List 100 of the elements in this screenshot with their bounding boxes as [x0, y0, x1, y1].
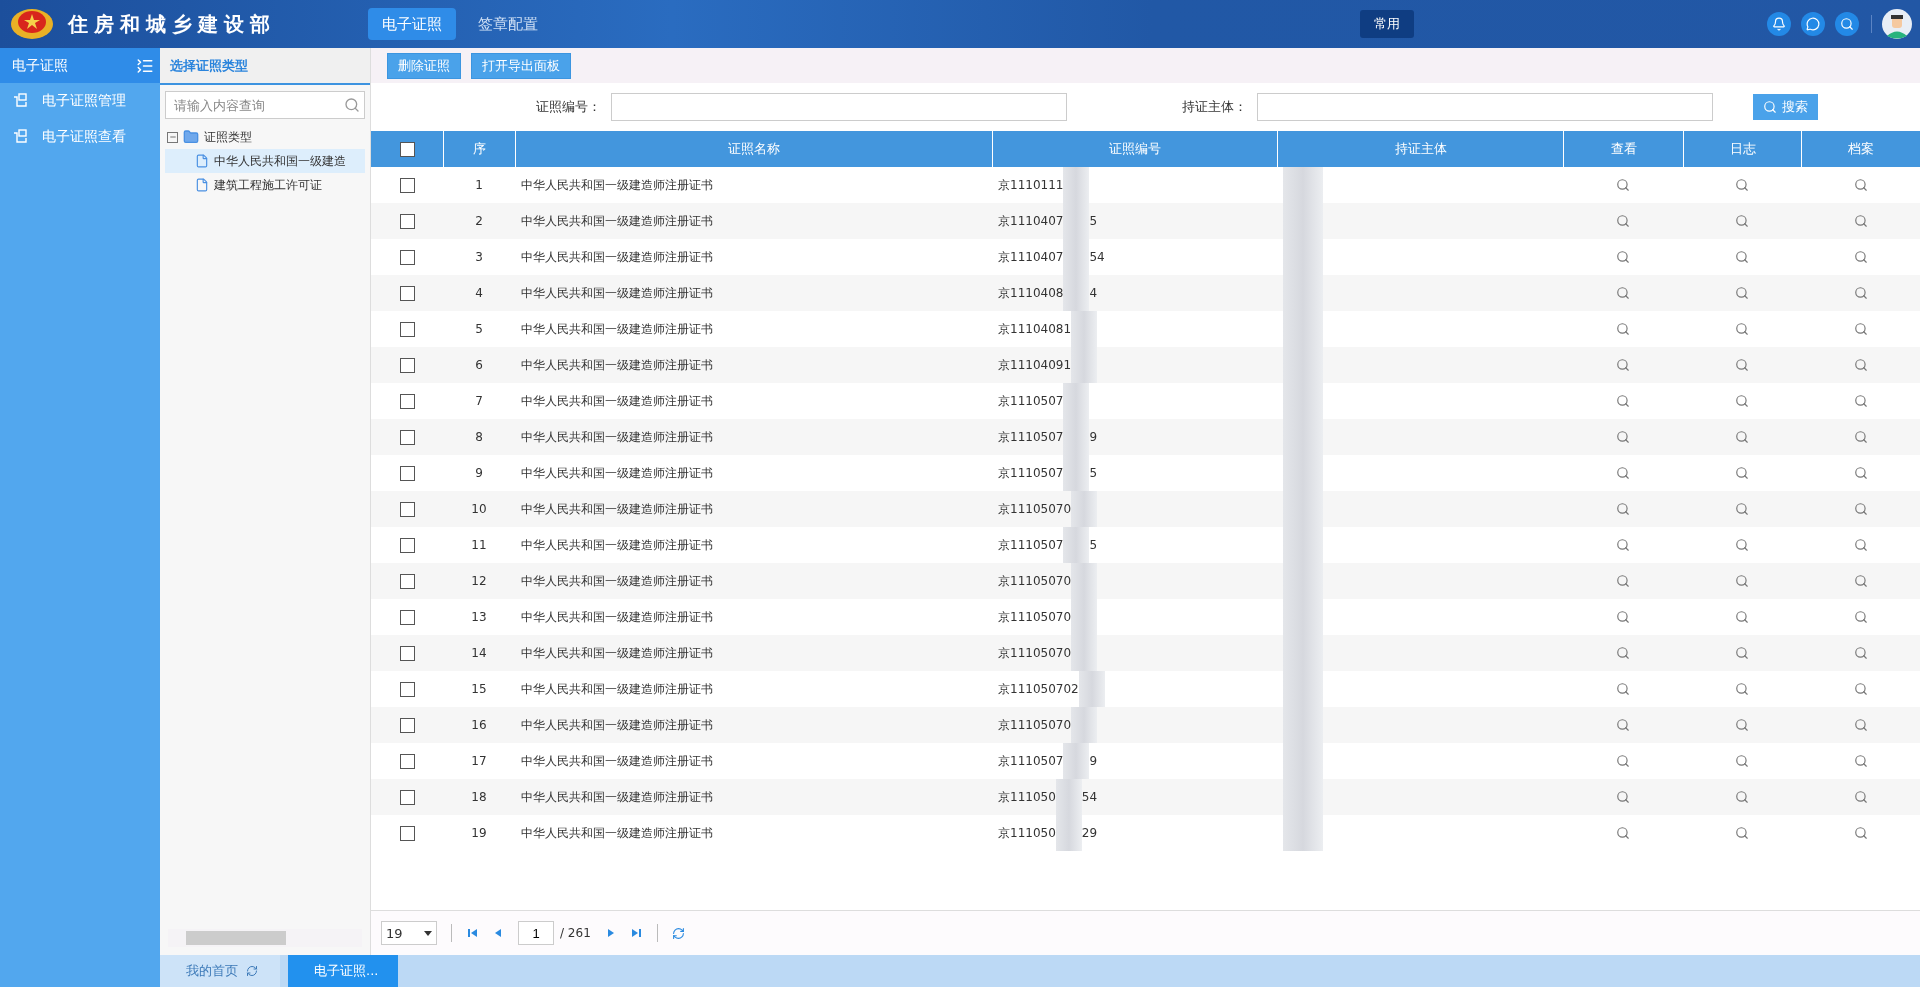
chat-icon[interactable] [1801, 12, 1825, 36]
checkbox[interactable] [399, 213, 415, 229]
search-button[interactable]: 搜索 [1753, 94, 1818, 120]
search-icon[interactable] [1616, 394, 1630, 408]
first-page-icon[interactable] [466, 927, 478, 939]
last-page-icon[interactable] [630, 927, 643, 939]
search-icon[interactable] [1616, 358, 1630, 372]
search-icon[interactable] [1616, 718, 1630, 732]
search-icon[interactable] [1616, 826, 1630, 840]
search-icon[interactable] [1853, 358, 1868, 372]
search-icon[interactable] [1853, 178, 1868, 192]
checkbox[interactable] [399, 177, 415, 193]
checkbox[interactable] [399, 465, 415, 481]
search-icon[interactable] [1735, 178, 1749, 192]
search-icon[interactable] [1616, 286, 1630, 300]
checkbox[interactable] [399, 321, 415, 337]
checkbox[interactable] [399, 501, 415, 517]
search-icon[interactable] [1616, 538, 1630, 552]
search-field[interactable]: 请输入内容查询 [165, 91, 365, 119]
search-icon[interactable] [1735, 286, 1749, 300]
search-icon[interactable] [1853, 790, 1868, 804]
search-icon[interactable] [1853, 394, 1868, 408]
input-field[interactable] [1257, 93, 1713, 121]
page-size-select[interactable]: 19 [381, 921, 437, 945]
search-icon[interactable] [1616, 214, 1630, 228]
search-icon[interactable] [1853, 538, 1868, 552]
input-field[interactable] [611, 93, 1067, 121]
search-icon[interactable] [1616, 466, 1630, 480]
search-icon[interactable] [1735, 718, 1749, 732]
checkbox[interactable] [399, 717, 415, 733]
search-icon[interactable] [1853, 610, 1868, 624]
search-icon[interactable] [1735, 322, 1749, 336]
menu-icon[interactable] [136, 56, 154, 75]
refresh-icon[interactable] [246, 965, 258, 977]
search-icon[interactable] [1735, 538, 1749, 552]
search-icon[interactable] [1853, 286, 1868, 300]
search-icon[interactable] [1616, 790, 1630, 804]
sidebar-item[interactable]: 电子证照查看 [0, 119, 160, 155]
checkbox[interactable] [399, 285, 415, 301]
search-icon[interactable] [1735, 790, 1749, 804]
search-icon[interactable] [1735, 574, 1749, 588]
checkbox[interactable] [399, 645, 415, 661]
checkbox[interactable] [399, 429, 415, 445]
toolbar-button[interactable]: 删除证照 [387, 52, 461, 79]
search-icon[interactable] [1616, 646, 1630, 660]
search-icon[interactable] [1616, 178, 1630, 192]
search-icon[interactable] [1853, 502, 1868, 516]
search-icon[interactable] [1853, 214, 1868, 228]
search-icon[interactable] [1853, 250, 1868, 264]
search-icon[interactable] [1853, 430, 1868, 444]
page-input[interactable]: 1 [518, 921, 554, 945]
tree-node[interactable]: 建筑工程施工许可证 [165, 173, 365, 197]
tree-node[interactable]: 中华人民共和国一级建造 [165, 149, 365, 173]
sidebar-item[interactable]: 电子证照管理 [0, 83, 160, 119]
checkbox[interactable] [399, 249, 415, 265]
refresh-icon[interactable] [671, 926, 685, 940]
search-icon[interactable] [1735, 646, 1749, 660]
search-icon[interactable] [1853, 646, 1868, 660]
search-icon[interactable] [1735, 754, 1749, 768]
checkbox[interactable] [399, 357, 415, 373]
nav-tab[interactable]: 签章配置 [464, 8, 552, 40]
search-icon[interactable] [1616, 250, 1630, 264]
search-icon[interactable] [1616, 502, 1630, 516]
checkbox[interactable] [399, 609, 415, 625]
search-icon[interactable] [1735, 430, 1749, 444]
search-icon[interactable] [1853, 682, 1868, 696]
search-icon[interactable] [1853, 718, 1868, 732]
checkbox[interactable] [399, 825, 415, 841]
search-icon[interactable] [1616, 574, 1630, 588]
avatar-icon[interactable] [1882, 9, 1912, 39]
search-icon[interactable] [1616, 610, 1630, 624]
search-icon[interactable] [1735, 358, 1749, 372]
page-tab[interactable]: 电子证照... [288, 955, 398, 987]
checkbox[interactable] [399, 573, 415, 589]
search-icon[interactable] [1616, 430, 1630, 444]
bell-icon[interactable] [1767, 12, 1791, 36]
checkbox[interactable] [399, 141, 415, 157]
horizontal-scrollbar[interactable] [168, 929, 362, 947]
nav-tab[interactable]: 电子证照 [368, 8, 456, 40]
search-icon[interactable] [1616, 322, 1630, 336]
search-icon[interactable] [1735, 250, 1749, 264]
checkbox[interactable] [399, 753, 415, 769]
search-icon[interactable] [1853, 574, 1868, 588]
collapse-icon[interactable] [167, 131, 178, 143]
search-icon[interactable] [344, 97, 360, 113]
checkbox[interactable] [399, 537, 415, 553]
quick-button[interactable]: 常用 [1360, 10, 1414, 38]
checkbox[interactable] [399, 681, 415, 697]
search-icon[interactable] [1835, 12, 1859, 36]
search-icon[interactable] [1616, 754, 1630, 768]
search-icon[interactable] [1853, 826, 1868, 840]
search-icon[interactable] [1735, 826, 1749, 840]
checkbox[interactable] [399, 789, 415, 805]
search-icon[interactable] [1735, 682, 1749, 696]
search-icon[interactable] [1853, 754, 1868, 768]
page-tab[interactable]: 我的首页 [160, 955, 280, 987]
toolbar-button[interactable]: 打开导出面板 [471, 52, 571, 79]
search-icon[interactable] [1735, 502, 1749, 516]
search-icon[interactable] [1735, 214, 1749, 228]
checkbox[interactable] [399, 393, 415, 409]
